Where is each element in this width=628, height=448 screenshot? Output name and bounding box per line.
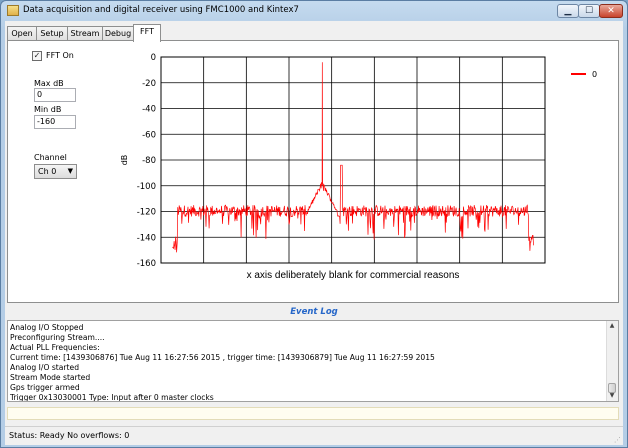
y-tick-label: -40 xyxy=(142,105,156,115)
channel-label: Channel xyxy=(34,153,67,162)
close-button[interactable]: ✕ xyxy=(599,4,623,18)
legend-label: 0 xyxy=(592,70,597,79)
chevron-down-icon: ▼ xyxy=(67,167,73,175)
tab-fft[interactable]: FFT xyxy=(133,24,161,42)
log-line: Actual PLL Frequencies: xyxy=(10,343,100,352)
fft-on-label: FFT On xyxy=(46,51,74,60)
status-text: Status: Ready No overflows: 0 xyxy=(9,431,130,440)
command-input[interactable] xyxy=(7,407,619,420)
event-log-title: Event Log xyxy=(290,307,338,317)
title-bar[interactable]: Data acquisition and digital receiver us… xyxy=(1,1,627,21)
log-scrollbar[interactable]: ▲ ▼ xyxy=(606,321,618,401)
max-db-label: Max dB xyxy=(34,79,64,88)
y-tick-label: -80 xyxy=(142,156,156,166)
scroll-down-icon[interactable]: ▼ xyxy=(607,391,617,401)
window-title: Data acquisition and digital receiver us… xyxy=(23,5,299,15)
channel-select-value: Ch 0 xyxy=(38,167,57,176)
channel-select[interactable]: Ch 0 ▼ xyxy=(34,164,77,179)
fft-chart: 0 -20 -40 -60 -80 -100 -120 -140 -160 dB x axis de… xyxy=(120,53,597,281)
log-line: Analog I/O Stopped xyxy=(10,323,84,332)
y-tick-label: -60 xyxy=(142,130,156,140)
y-axis-label: dB xyxy=(120,155,129,166)
log-line: Trigger 0x13030001 Type: Input after 0 m… xyxy=(10,393,214,402)
event-log[interactable]: ▲ ▼ Analog I/O Stopped Preconfiguring Str… xyxy=(7,320,619,402)
log-line: Gps trigger armed xyxy=(10,383,80,392)
minimize-button[interactable]: ▁ xyxy=(557,4,579,18)
y-tick-label: 0 xyxy=(151,53,156,63)
tab-setup[interactable]: Setup xyxy=(36,26,68,41)
log-line: Current time: [1439306876] Tue Aug 11 16… xyxy=(10,353,435,362)
tab-debug[interactable]: Debug xyxy=(102,26,134,41)
max-db-input[interactable]: 0 xyxy=(34,88,76,102)
y-tick-label: -160 xyxy=(137,259,156,269)
client-area: Open Setup Stream Debug FFT ✓ FFT On Max… xyxy=(5,21,623,445)
y-tick-label: -20 xyxy=(142,79,156,89)
fft-on-checkbox[interactable]: ✓ xyxy=(32,51,42,61)
tab-stream[interactable]: Stream xyxy=(67,26,103,41)
min-db-input[interactable]: -160 xyxy=(34,115,76,129)
app-folder-icon xyxy=(7,5,19,16)
tab-open[interactable]: Open xyxy=(7,26,37,41)
main-window: Data acquisition and digital receiver us… xyxy=(0,0,628,448)
log-line: Stream Mode started xyxy=(10,373,91,382)
resize-grip-icon[interactable]: ⋰ xyxy=(614,436,621,444)
scroll-up-icon[interactable]: ▲ xyxy=(607,321,617,331)
y-tick-label: -100 xyxy=(137,182,156,192)
y-tick-label: -140 xyxy=(137,233,156,243)
maximize-button[interactable]: ☐ xyxy=(578,4,600,18)
x-axis-label: x axis deliberately blank for commercial… xyxy=(247,270,460,281)
log-line: Preconfiguring Stream.... xyxy=(10,333,105,342)
status-bar: Status: Ready No overflows: 0 ⋰ xyxy=(5,426,623,446)
y-tick-label: -120 xyxy=(137,208,156,218)
min-db-label: Min dB xyxy=(34,105,62,114)
log-line: Analog I/O started xyxy=(10,363,80,372)
